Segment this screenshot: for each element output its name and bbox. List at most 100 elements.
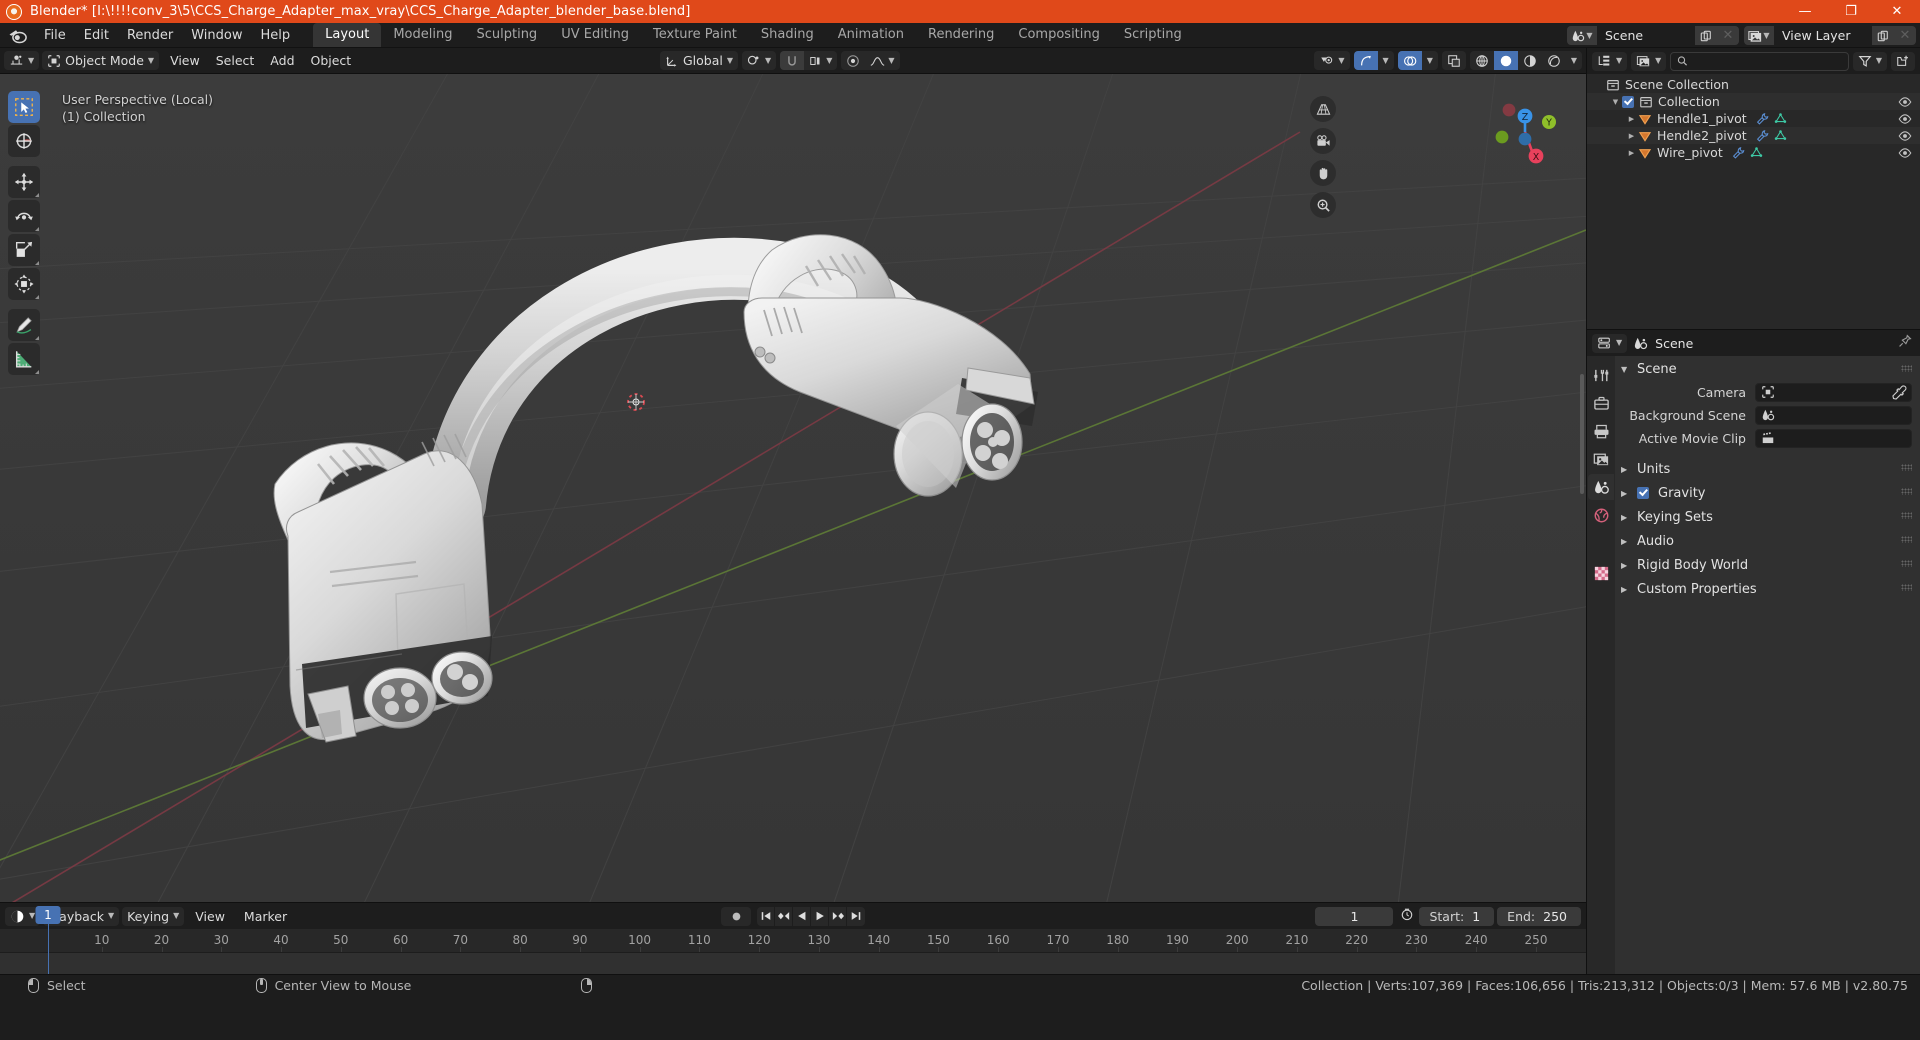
- tool-tweak-select-box[interactable]: [8, 91, 40, 123]
- viewport-menu-view[interactable]: View: [162, 51, 208, 70]
- show-gizmo-toggle[interactable]: [1353, 51, 1378, 70]
- show-overlays-toggle[interactable]: [1397, 51, 1422, 70]
- property-section-audio[interactable]: ▶ Audio: [1615, 529, 1920, 553]
- outliner-row[interactable]: ▶ Hendle1_pivot: [1587, 110, 1920, 127]
- modifier-wrench-icon[interactable]: [1732, 146, 1745, 159]
- property-section-rigid-body-world[interactable]: ▶ Rigid Body World: [1615, 553, 1920, 577]
- properties-tab-world[interactable]: [1588, 502, 1614, 528]
- section-checkbox[interactable]: [1637, 487, 1649, 499]
- tool-scale[interactable]: [8, 234, 40, 266]
- snap-mode-selector[interactable]: ▼: [804, 51, 837, 70]
- property-section-gravity[interactable]: ▶ Gravity: [1615, 481, 1920, 505]
- workspace-tab-sculpting[interactable]: Sculpting: [464, 23, 549, 47]
- timeline-playhead[interactable]: 1: [35, 906, 61, 924]
- jump-end-icon[interactable]: [847, 907, 865, 926]
- close-button[interactable]: ✕: [1874, 0, 1920, 23]
- property-field-active-movie-clip[interactable]: [1755, 428, 1912, 448]
- search-input[interactable]: [1693, 54, 1842, 68]
- modifier-wrench-icon[interactable]: [1756, 112, 1769, 125]
- menu-file[interactable]: File: [35, 25, 75, 46]
- chevron-right-icon[interactable]: ▶: [1625, 115, 1638, 123]
- pivot-point-selector[interactable]: ▼: [742, 51, 777, 70]
- outliner-tree[interactable]: Scene Collection ▼ Collection ▶ Hendle1_pivo…: [1587, 74, 1920, 329]
- play-reverse-icon[interactable]: [793, 906, 811, 926]
- menu-window[interactable]: Window: [182, 25, 251, 46]
- viewport-menu-add[interactable]: Add: [262, 51, 302, 70]
- shading-solid-button[interactable]: [1493, 51, 1518, 70]
- outliner-search-field[interactable]: [1670, 51, 1849, 71]
- shading-wireframe-button[interactable]: [1470, 51, 1494, 70]
- workspace-tab-shading[interactable]: Shading: [749, 23, 826, 47]
- gizmo-settings-dropdown[interactable]: ▼: [1378, 51, 1394, 70]
- snap-toggle-button[interactable]: [780, 51, 805, 70]
- view-layer-selector[interactable]: ▼ View Layer ✕: [1744, 26, 1916, 45]
- workspace-tab-animation[interactable]: Animation: [826, 23, 916, 47]
- object-mode-selector[interactable]: Object Mode ▼: [42, 51, 160, 70]
- scene-name[interactable]: Scene: [1597, 26, 1695, 45]
- properties-tab-render[interactable]: [1588, 390, 1614, 416]
- pan-view-icon[interactable]: [1310, 160, 1336, 186]
- workspace-tab-uv-editing[interactable]: UV Editing: [549, 23, 641, 47]
- new-view-layer-button[interactable]: [1872, 26, 1894, 45]
- property-section-keying-sets[interactable]: ▶ Keying Sets: [1615, 505, 1920, 529]
- grid-persp-icon[interactable]: [1310, 96, 1336, 122]
- eyedropper-icon[interactable]: [1892, 384, 1907, 400]
- properties-tab-texture[interactable]: [1588, 560, 1614, 586]
- properties-tab-scene[interactable]: [1588, 474, 1614, 500]
- tool-move[interactable]: [8, 166, 40, 198]
- timeline-menu-view[interactable]: View: [187, 907, 233, 926]
- editor-type-selector[interactable]: ▼: [4, 51, 40, 70]
- new-scene-button[interactable]: [1695, 26, 1717, 45]
- timeline-menu-marker[interactable]: Marker: [236, 907, 295, 926]
- property-section-custom-properties[interactable]: ▶ Custom Properties: [1615, 577, 1920, 601]
- visibility-eye-icon[interactable]: [1898, 146, 1912, 160]
- tool-rotate[interactable]: [8, 200, 40, 232]
- properties-editor-type-selector[interactable]: ▼: [1592, 333, 1628, 353]
- modifier-wrench-icon[interactable]: [1756, 129, 1769, 142]
- properties-tab-tool[interactable]: [1588, 362, 1614, 388]
- current-frame-field[interactable]: 1: [1315, 906, 1394, 926]
- chevron-right-icon[interactable]: ▶: [1625, 132, 1638, 140]
- menu-help[interactable]: Help: [252, 25, 300, 46]
- workspace-tab-rendering[interactable]: Rendering: [916, 23, 1006, 47]
- use-preview-range-icon[interactable]: [1398, 907, 1416, 925]
- property-field-camera[interactable]: [1755, 382, 1912, 402]
- workspace-tab-texture-paint[interactable]: Texture Paint: [641, 23, 749, 47]
- prev-keyframe-icon[interactable]: [775, 906, 793, 926]
- frame-end-field[interactable]: End: 250: [1497, 906, 1581, 926]
- viewport-scrollbar[interactable]: [1580, 374, 1584, 494]
- visibility-eye-icon[interactable]: [1898, 112, 1912, 126]
- shading-material-preview-button[interactable]: [1518, 51, 1542, 70]
- visibility-eye-icon[interactable]: [1898, 95, 1912, 109]
- tool-transform[interactable]: [8, 268, 40, 300]
- workspace-tab-scripting[interactable]: Scripting: [1112, 23, 1194, 47]
- timeline-menu-keying[interactable]: Keying ▼: [122, 906, 185, 926]
- menu-render[interactable]: Render: [118, 25, 182, 46]
- remove-view-layer-button[interactable]: ✕: [1894, 26, 1916, 45]
- zoom-view-icon[interactable]: [1310, 192, 1336, 218]
- minimize-button[interactable]: —: [1782, 0, 1828, 23]
- timeline-track-area[interactable]: [0, 953, 1586, 974]
- outliner-editor-type-selector[interactable]: ▼: [1592, 51, 1628, 71]
- outliner-row[interactable]: Scene Collection: [1587, 76, 1920, 93]
- 3d-viewport[interactable]: User Perspective (Local) (1) Collection: [0, 74, 1586, 902]
- chevron-right-icon[interactable]: ▶: [1625, 149, 1638, 157]
- mesh-data-icon[interactable]: [1774, 112, 1787, 125]
- toggle-xray-button[interactable]: [1441, 51, 1466, 70]
- pin-icon[interactable]: [1898, 334, 1912, 352]
- tool-cursor[interactable]: [8, 125, 40, 157]
- overlays-settings-dropdown[interactable]: ▼: [1422, 51, 1438, 70]
- properties-tab-view-layer[interactable]: [1588, 446, 1614, 472]
- timeline-ruler[interactable]: 10 20 30 40 50 60 70 80 90 100 110 120 130 140 150 160 1…: [0, 929, 1586, 953]
- scene-selector[interactable]: ▼ Scene ✕: [1567, 26, 1739, 45]
- viewport-menu-object[interactable]: Object: [303, 51, 360, 70]
- outliner-row[interactable]: ▶ Hendle2_pivot: [1587, 127, 1920, 144]
- jump-start-icon[interactable]: [757, 906, 775, 926]
- view-layer-name[interactable]: View Layer: [1774, 26, 1872, 45]
- frame-start-field[interactable]: Start: 1: [1419, 906, 1495, 926]
- chevron-down-icon[interactable]: ▼: [1609, 98, 1622, 106]
- new-collection-icon[interactable]: [1891, 51, 1915, 71]
- mesh-data-icon[interactable]: [1774, 129, 1787, 142]
- proportional-edit-toggle[interactable]: [841, 51, 865, 70]
- viewport-menu-select[interactable]: Select: [208, 51, 263, 70]
